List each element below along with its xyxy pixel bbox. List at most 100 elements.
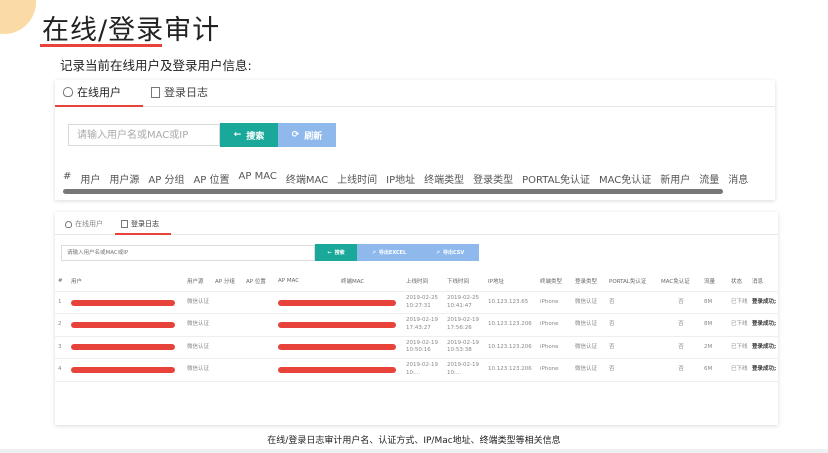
export-csv-button[interactable]: ↗ 导出CSV: [421, 244, 479, 261]
tab-online-users[interactable]: 在线用户: [59, 219, 109, 234]
horizontal-scrollbar[interactable]: [63, 189, 723, 194]
column-header: MAC免认证: [598, 175, 652, 186]
refresh-button-label: 刷新: [304, 131, 323, 142]
table-header-row: # 用户 用户源 AP 分组 AP 位置 AP MAC 终端MAC 上线时间 下…: [55, 277, 778, 292]
offline-time: 2019-02-19 10:…: [444, 358, 485, 382]
traffic: 8M: [701, 291, 728, 315]
column-header: 用户源: [109, 175, 140, 186]
redacted-username: [68, 336, 184, 360]
refresh-button[interactable]: ⟳ 刷新: [278, 123, 336, 147]
column-header: AP 位置: [193, 175, 230, 186]
message: 登录成功;: [749, 336, 778, 360]
column-header: PORTAL免认证: [606, 277, 658, 292]
column-header: 状态: [728, 277, 749, 292]
ap-group: [212, 313, 243, 337]
column-header: 流量: [701, 277, 728, 292]
column-header: #: [63, 171, 72, 182]
message: 登录成功;: [749, 291, 778, 315]
traffic: 8M: [701, 313, 728, 337]
search-bar: ← 搜索 ↗ 导出EXCEL ↗ 导出CSV: [61, 244, 778, 261]
search-button[interactable]: ← 搜索: [315, 244, 357, 261]
redacted-mac: [275, 313, 403, 337]
search-input[interactable]: [68, 124, 220, 146]
online-time: 2019-02-19 10:50:16: [403, 336, 444, 360]
table-row[interactable]: 1 微信认证 2019-02-25 10:27:31 2019-02-25 10…: [55, 291, 778, 315]
column-header: PORTAL免认证: [522, 175, 590, 186]
portal-free: 否: [606, 313, 658, 337]
column-header: 登录类型: [473, 175, 514, 186]
ap-location: [243, 291, 275, 315]
row-number: 3: [55, 336, 68, 360]
export-excel-label: 导出EXCEL: [378, 250, 407, 256]
user-source: 微信认证: [184, 336, 212, 360]
ip-address: 10.123.123.65: [485, 291, 537, 315]
row-number: 4: [55, 358, 68, 382]
panel-tabs: 在线用户 登录日志: [55, 80, 775, 107]
search-input[interactable]: [61, 244, 315, 261]
user-source: 微信认证: [184, 291, 212, 315]
mac-free: 否: [658, 313, 701, 337]
ap-location: [243, 336, 275, 360]
document-icon: [121, 220, 128, 228]
tab-login-log[interactable]: 登录日志: [143, 84, 216, 106]
search-button[interactable]: ← 搜索: [220, 123, 278, 147]
tab-label: 登录日志: [131, 220, 159, 228]
column-header: 终端类型: [537, 277, 572, 292]
redacted-mac: [275, 291, 403, 315]
redacted-username: [68, 313, 184, 337]
arrow-left-icon: ←: [327, 249, 332, 256]
table-row[interactable]: 2 微信认证 2019-02-19 17:43:27 2019-02-19 17…: [55, 313, 778, 337]
user-source: 微信认证: [184, 358, 212, 382]
online-time: 2019-02-25 10:27:31: [403, 291, 444, 315]
export-csv-label: 导出CSV: [442, 250, 465, 256]
column-header: 消息: [749, 277, 778, 292]
row-number: 2: [55, 313, 68, 337]
login-type: 微信认证: [572, 291, 606, 315]
online-users-panel: 在线用户 登录日志 ← 搜索 ⟳ 刷新 # 用户 用户源 AP 分组 AP 位置…: [55, 80, 775, 200]
message: 登录成功;: [749, 313, 778, 337]
table-row[interactable]: 4 微信认证 2019-02-19 10:… 2019-02-19 10:… 1…: [55, 358, 778, 382]
redacted-mac: [275, 336, 403, 360]
column-header: IP地址: [386, 175, 416, 186]
offline-time: 2019-02-19 10:53:38: [444, 336, 485, 360]
column-header: AP MAC: [275, 277, 338, 292]
tab-online-users[interactable]: 在线用户: [55, 84, 143, 107]
search-button-label: 搜索: [246, 131, 265, 142]
message: 登录成功;: [749, 358, 778, 382]
column-header: MAC免认证: [658, 277, 701, 292]
terminal-type: iPhone: [537, 313, 572, 337]
column-header: 终端类型: [424, 175, 465, 186]
refresh-icon: ⟳: [291, 130, 300, 140]
ip-address: 10.123.123.206: [485, 313, 537, 337]
slide-title: 在线/登录审计: [42, 15, 221, 46]
column-header: IP地址: [485, 277, 537, 292]
user-icon: [65, 220, 72, 228]
terminal-type: iPhone: [537, 358, 572, 382]
user-source: 微信认证: [184, 313, 212, 337]
login-type: 微信认证: [572, 358, 606, 382]
offline-time: 2019-02-19 17:56:26: [444, 313, 485, 337]
online-time: 2019-02-19 10:…: [403, 358, 444, 382]
tab-label: 在线用户: [75, 220, 103, 228]
title-underline: [40, 44, 162, 47]
portal-free: 否: [606, 336, 658, 360]
table-row[interactable]: 3 微信认证 2019-02-19 10:50:16 2019-02-19 10…: [55, 336, 778, 360]
panel-tabs: 在线用户 登录日志: [55, 212, 778, 235]
online-time: 2019-02-19 17:43:27: [403, 313, 444, 337]
export-icon: ↗: [371, 249, 376, 256]
login-log-panel: 在线用户 登录日志 ← 搜索 ↗ 导出EXCEL ↗ 导出CSV: [55, 212, 778, 425]
row-number: 1: [55, 291, 68, 315]
status: 已下线: [728, 291, 749, 315]
tab-login-log[interactable]: 登录日志: [115, 219, 171, 235]
column-header: 终端MAC: [338, 277, 403, 292]
terminal-type: iPhone: [537, 291, 572, 315]
traffic: 6M: [701, 358, 728, 382]
redacted-username: [68, 358, 184, 382]
column-header: 用户: [80, 175, 101, 186]
ap-group: [212, 336, 243, 360]
export-excel-button[interactable]: ↗ 导出EXCEL: [357, 244, 421, 261]
column-header: 上线时间: [403, 277, 444, 292]
traffic: 2M: [701, 336, 728, 360]
portal-free: 否: [606, 358, 658, 382]
column-header: AP MAC: [238, 171, 277, 182]
